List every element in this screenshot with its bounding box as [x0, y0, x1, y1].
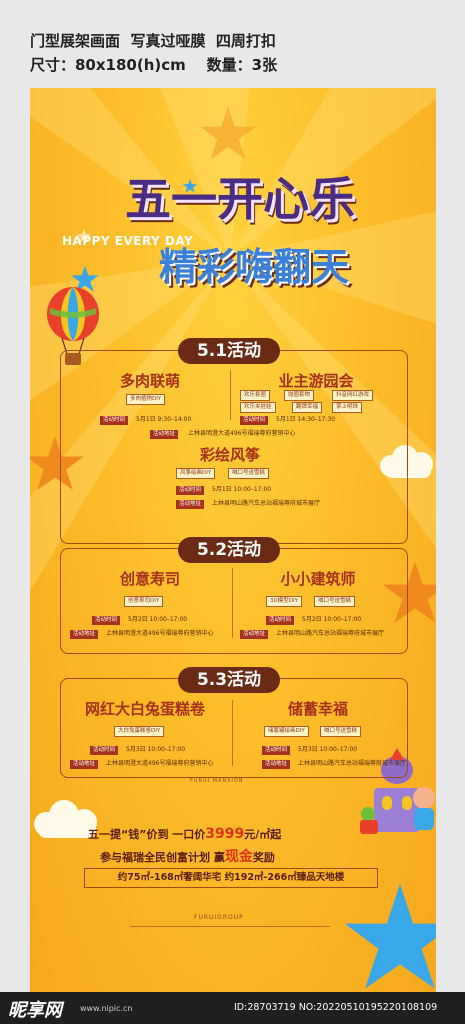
unit-size-bar: 约75㎡-168㎡奢阔华宅 约192㎡-266㎡臻品天地楼	[84, 868, 378, 888]
activity-place: 上林县明澄大道496号福瑞尊府营销中心	[106, 630, 214, 637]
activity-chip: 欢乐套圈	[240, 390, 271, 401]
activity-chip: 创意寿司DIY	[124, 596, 164, 607]
footer-rule	[130, 926, 330, 927]
time-tag: 活动时间	[92, 616, 121, 625]
activity-chip: 多肉植物DIY	[126, 394, 166, 405]
brand-en: FURUI MANSION	[190, 778, 244, 784]
activity-place: 上林县明澄大道496号福瑞尊府营销中心	[188, 430, 296, 437]
activity-chip: 喊口号送雪糕	[228, 468, 270, 479]
promo-line-2-text: 参与福瑞全民创富计划 赢	[100, 851, 225, 864]
activity-time: 5月3日 10:00–17:00	[126, 746, 186, 753]
activity-title: 多肉联萌	[119, 372, 180, 390]
activity-chip: 抖音网红游戏	[332, 390, 374, 401]
activity-chip: 风筝绘画DIY	[176, 468, 216, 479]
spec-line-2: 尺寸：80x180(h)cm 数量：3张	[30, 56, 278, 74]
promo-highlight: 现金	[224, 849, 253, 865]
group-en: FURUIGROUP	[194, 914, 244, 921]
time-tag: 活动时间	[266, 616, 295, 625]
promo-line-1: 五一提“钱”价到 一口价3999元/㎡起	[88, 826, 281, 842]
activity-title: 网红大白兔蛋糕卷	[84, 700, 205, 718]
time-tag: 活动时间	[262, 746, 291, 755]
activity-title: 创意寿司	[119, 570, 180, 588]
place-tag: 活动地址	[262, 760, 291, 769]
time-tag: 活动时间	[240, 416, 269, 425]
spec-line-1: 门型展架画面 写真过哑膜 四周打扣	[30, 32, 276, 50]
place-tag: 活动地址	[150, 430, 179, 439]
place-tag: 活动地址	[240, 630, 269, 639]
activity-place: 上林县明澄大道496号福瑞尊府营销中心	[106, 760, 214, 767]
activity-time: 5月2日 10:00–17:00	[302, 616, 362, 623]
activity-chip: 翻牌幸福	[292, 402, 323, 413]
promo-line-2: 参与福瑞全民创富计划 赢现金奖励	[100, 846, 275, 866]
activity-chip: 大白兔蛋糕卷DIY	[114, 726, 165, 737]
activity-time: 5月2日 10:00–17:00	[128, 616, 188, 623]
section-label: 5.3活动	[178, 667, 280, 693]
activity-title: 业主游园会	[278, 372, 354, 390]
divider	[232, 700, 233, 766]
divider	[230, 370, 231, 420]
place-tag: 活动地址	[70, 760, 99, 769]
activity-title: 彩绘风筝	[199, 446, 260, 464]
watermark-logo: 昵享网	[8, 1000, 62, 1021]
time-tag: 活动时间	[90, 746, 119, 755]
activity-time: 5月3日 10:00–17:00	[298, 746, 358, 753]
activity-time: 5月1日 14:30–17:30	[276, 416, 336, 423]
activity-place: 上林县明山路汽车总站福瑞尊府城市展厅	[276, 630, 385, 637]
promo-price: 3999	[205, 826, 245, 842]
activity-time: 5月1日 10:00–17:00	[212, 486, 272, 493]
headline-title-2: 精彩嗨翻天	[158, 245, 349, 289]
place-tag: 活动地址	[70, 630, 99, 639]
activity-chip: 喊口号送雪糕	[314, 596, 356, 607]
time-tag: 活动时间	[176, 486, 205, 495]
activity-chip: 抛圈套物	[284, 390, 315, 401]
activity-chip: 3D模型DIY	[266, 596, 302, 607]
star-icon	[200, 107, 256, 160]
activity-title: 储蓄幸福	[287, 700, 348, 718]
star-icon	[344, 884, 436, 989]
headline-title: 五一开心乐	[125, 172, 355, 226]
section-label: 5.2活动	[178, 537, 280, 563]
activity-place: 上林县明山路汽车总站福瑞尊府城市展厅	[212, 500, 321, 507]
activity-chip: 欢乐夹娃娃	[240, 402, 276, 413]
activity-chip: 掌上明珠	[332, 402, 363, 413]
place-tag: 活动地址	[176, 500, 205, 509]
activity-place: 上林县明山路汽车总站福瑞尊府城市展厅	[298, 760, 407, 767]
time-tag: 活动时间	[100, 416, 129, 425]
activity-chip: 喊口号送雪糕	[320, 726, 362, 737]
activity-title: 小小建筑师	[280, 570, 356, 588]
watermark-id: ID:28703719 NO:20220510195220108109	[234, 1002, 438, 1013]
promo-line-1-text: 五一提“钱”价到 一口价	[88, 828, 206, 841]
poster: 五一开心乐 HAPPY EVERY DAY 精彩嗨翻天 5.1活动 多肉联萌 多…	[30, 88, 436, 996]
promo-unit: 元/㎡起	[244, 828, 282, 841]
activity-chip: 储蓄罐绘画DIY	[264, 726, 309, 737]
section-label: 5.1活动	[178, 338, 280, 364]
activity-time: 5月1日 9:30–14:00	[136, 416, 192, 423]
promo-line-2-end: 奖励	[252, 851, 275, 864]
divider	[232, 568, 233, 638]
section-frame	[60, 548, 408, 654]
watermark-url: www.nipic.cn	[80, 1004, 133, 1013]
